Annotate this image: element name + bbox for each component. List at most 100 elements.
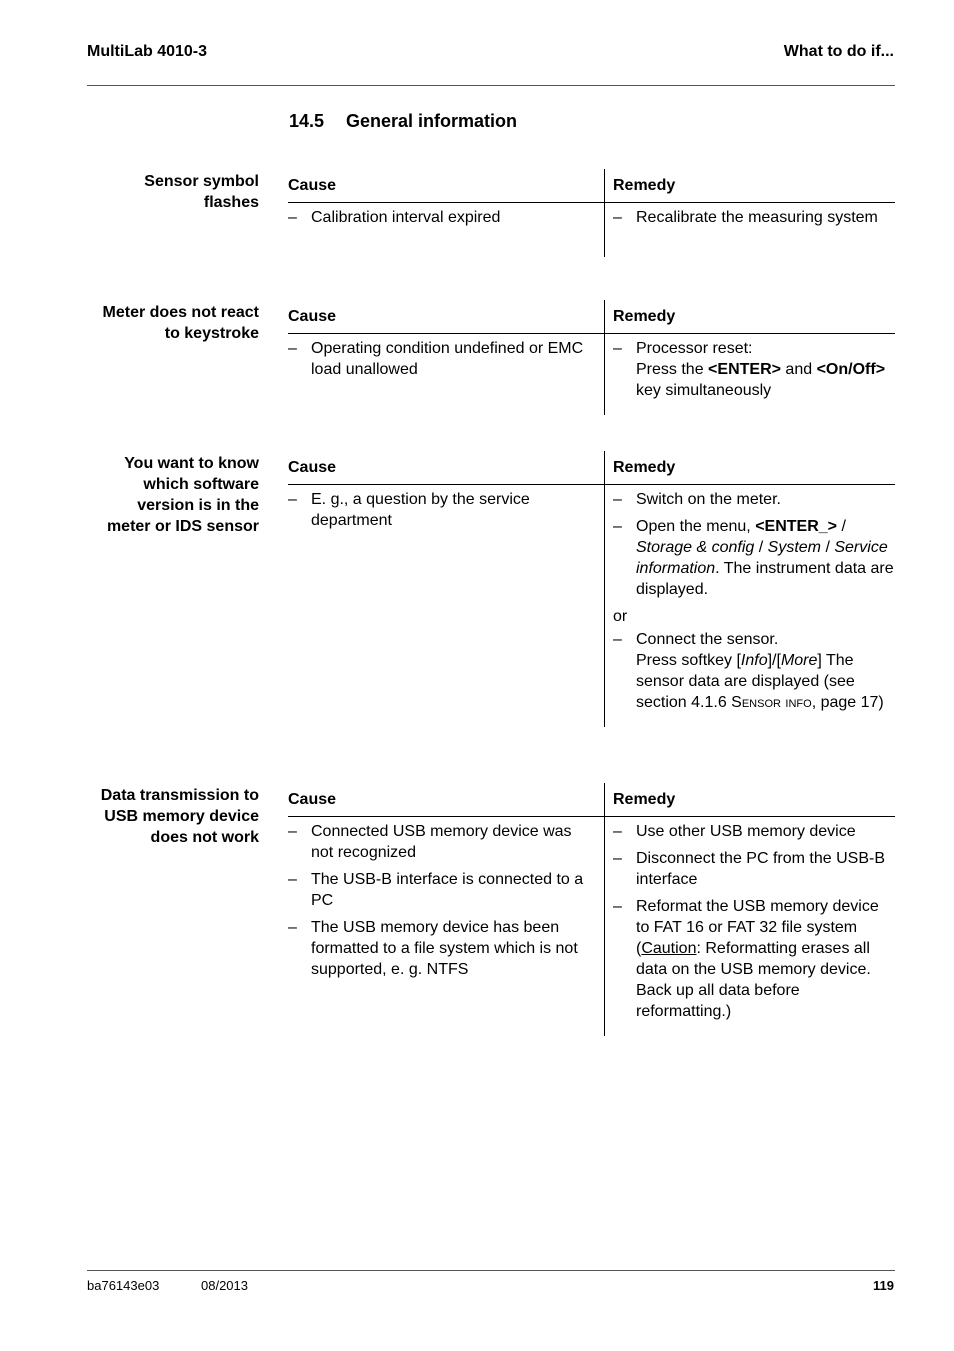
dash: – — [613, 340, 622, 357]
table-header: Cause Remedy — [288, 169, 895, 203]
issue-label-line: which software — [143, 476, 259, 493]
dash: – — [613, 823, 622, 840]
caution-label: Caution — [641, 940, 697, 957]
cause-item: Operating condition undefined or EMC loa… — [311, 340, 584, 378]
cause-item: Calibration interval expired — [311, 209, 501, 226]
cause-item: The USB-B interface is connected to a PC — [311, 871, 584, 909]
section-title: General information — [346, 111, 518, 131]
remedy-text: Reformat the USB memory device to FAT 16… — [636, 898, 879, 936]
issue-label-line: USB memory device — [104, 808, 259, 825]
menu-separator: / — [825, 539, 830, 556]
remedy-item: Disconnect the PC from the USB-B interfa… — [636, 850, 885, 888]
remedy-item: Switch on the meter. — [636, 491, 781, 508]
cause-item: Connected USB memory device was not reco… — [311, 823, 572, 861]
remedy-item: Recalibrate the measuring system — [636, 209, 878, 226]
remedy-item: Connect the sensor. Press softkey [Info]/… — [636, 629, 895, 713]
remedy-text: ]/[ — [767, 652, 781, 669]
remedy-text: Connect the sensor. — [636, 631, 779, 648]
menu-separator: / — [841, 518, 846, 535]
dash: – — [613, 491, 622, 508]
cause-header: Cause — [288, 177, 337, 194]
issue-label-line: meter or IDS sensor — [106, 518, 259, 535]
footer-date: 08/2013 — [201, 1278, 248, 1293]
cause-remedy-table: Cause Remedy – Connected USB memory devic… — [288, 783, 895, 1036]
table-row: – Calibration interval expired – Recalibra… — [288, 203, 895, 257]
remedy-cell: – Switch on the meter. – Open the menu, <… — [604, 485, 895, 727]
remedy-item: Reformat the USB memory device to FAT 16… — [636, 898, 879, 1020]
table-row: – Operating condition undefined or EMC lo… — [288, 334, 895, 415]
table-row: – E. g., a question by the service depart… — [288, 485, 895, 727]
dash: – — [613, 631, 622, 648]
remedy-header: Remedy — [604, 300, 895, 333]
cause-item: E. g., a question by the service departm… — [311, 491, 530, 529]
cause-cell: – Calibration interval expired — [288, 203, 604, 257]
dash: – — [288, 871, 297, 888]
remedy-text: , page 17) — [811, 694, 884, 711]
softkey-info: Info — [740, 652, 768, 669]
issue-label-line: to keystroke — [164, 325, 259, 342]
dash: – — [613, 850, 622, 867]
header-rule — [87, 85, 895, 86]
remedy-item: Processor reset: Press the <ENTER> and <… — [636, 338, 895, 401]
cause-item: The USB memory device has been formatted… — [311, 919, 578, 978]
issue-label: You want to know which software version … — [87, 453, 259, 537]
remedy-text: key simultaneously — [636, 382, 772, 399]
issue-label-line: Meter does not react — [102, 304, 259, 321]
dash: – — [288, 209, 297, 226]
menu-path-item: System — [767, 539, 821, 556]
remedy-item: Open the menu, <ENTER_> / Storage & conf… — [636, 516, 895, 600]
page-number: 119 — [873, 1278, 894, 1293]
remedy-header: Remedy — [604, 451, 895, 484]
cause-header: Cause — [288, 791, 337, 808]
remedy-cell: – Processor reset: Press the <ENTER> and… — [604, 334, 895, 415]
issue-label-line: does not work — [150, 829, 259, 846]
header-chapter-title: What to do if... — [783, 43, 894, 60]
cause-cell: – Operating condition undefined or EMC lo… — [288, 334, 604, 415]
dash: – — [288, 340, 297, 357]
remedy-cell: – Recalibrate the measuring system — [604, 203, 895, 257]
dash: – — [288, 919, 297, 936]
cause-cell: – E. g., a question by the service depart… — [288, 485, 604, 727]
table-header: Cause Remedy — [288, 783, 895, 817]
cause-remedy-table: Cause Remedy – E. g., a question by the s… — [288, 451, 895, 727]
table-row: – Connected USB memory device was not rec… — [288, 817, 895, 1036]
cause-header: Cause — [288, 459, 337, 476]
table-header: Cause Remedy — [288, 300, 895, 334]
remedy-text: Processor reset: — [636, 340, 753, 357]
remedy-text: and — [785, 361, 813, 378]
issue-label-line: Sensor symbol — [144, 173, 259, 190]
dash: – — [613, 518, 622, 535]
remedy-text: Open the menu, — [636, 518, 751, 535]
issue-label-line: version is in the — [137, 497, 259, 514]
key-enter: <ENTER_> — [755, 518, 838, 535]
remedy-text: Press softkey [ — [636, 652, 741, 669]
remedy-cell: – Use other USB memory device – Disconnect… — [604, 817, 895, 1036]
dash: – — [613, 209, 622, 226]
cause-cell: – Connected USB memory device was not rec… — [288, 817, 604, 1036]
menu-path-item: Storage & config — [636, 539, 755, 556]
issue-label: Sensor symbol flashes — [87, 171, 259, 213]
header-product-name: MultiLab 4010-3 — [87, 43, 208, 60]
issue-label-line: flashes — [203, 194, 259, 211]
remedy-header: Remedy — [604, 783, 895, 816]
issue-label: Data transmission to USB memory device d… — [87, 785, 259, 848]
remedy-item: Use other USB memory device — [636, 823, 856, 840]
section-heading: 14.5 General information — [289, 111, 517, 132]
remedy-text: Press the — [636, 361, 704, 378]
footer-rule — [87, 1270, 895, 1271]
issue-label: Meter does not react to keystroke — [87, 302, 259, 344]
remedy-header: Remedy — [604, 169, 895, 202]
or-separator: or — [613, 608, 628, 625]
issue-label-line: You want to know — [124, 455, 259, 472]
key-on-off: <On/Off> — [816, 361, 886, 378]
footer-doc-id: ba76143e03 — [87, 1278, 160, 1293]
dash: – — [288, 823, 297, 840]
section-number: 14.5 — [289, 111, 325, 131]
softkey-more: More — [780, 652, 818, 669]
cross-reference: Sensor info — [731, 694, 812, 711]
cause-header: Cause — [288, 308, 337, 325]
dash: – — [613, 898, 622, 915]
table-header: Cause Remedy — [288, 451, 895, 485]
issue-label-line: Data transmission to — [100, 787, 259, 804]
key-enter: <ENTER> — [708, 361, 781, 378]
